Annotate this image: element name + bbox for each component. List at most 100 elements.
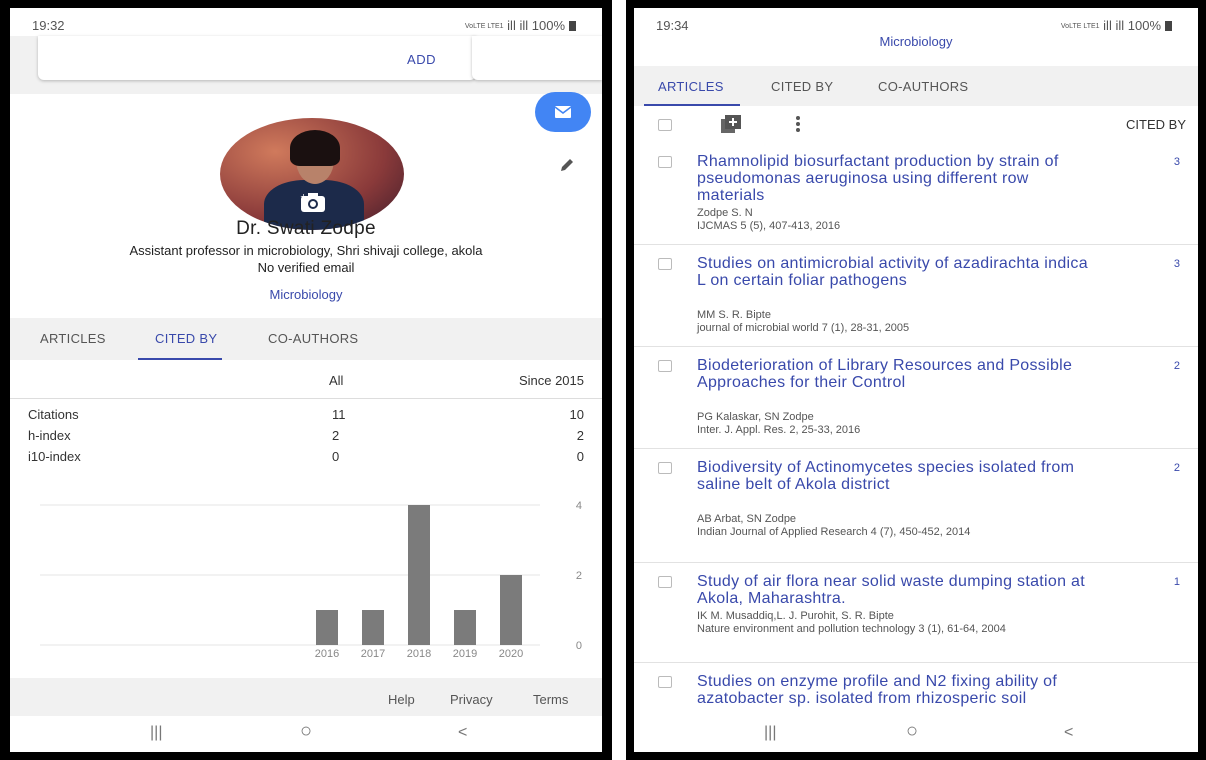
tab-co-authors[interactable]: CO-AUTHORS [268, 331, 358, 346]
chart-x-tick-label: 2020 [499, 648, 523, 658]
article-checkbox[interactable] [658, 258, 672, 270]
page-title: Microbiology [879, 34, 953, 49]
battery-icon [569, 21, 576, 31]
article-title-link[interactable]: Studies on enzyme profile and N2 fixing … [697, 673, 1097, 707]
divider [10, 398, 602, 399]
article-venue: Indian Journal of Applied Research 4 (7)… [697, 526, 971, 538]
recent-apps-button[interactable]: ||| [150, 724, 162, 742]
stat-label: Citations [28, 407, 79, 422]
chart-bar-2017[interactable] [362, 610, 384, 645]
back-button[interactable]: < [1064, 724, 1073, 742]
stats-col-since: Since 2015 [518, 373, 584, 388]
chart-y-tick-label: 0 [576, 640, 582, 652]
chart-x-tick-label: 2019 [453, 648, 477, 658]
profile-tabs: ARTICLES CITED BY CO-AUTHORS [634, 66, 1198, 106]
article-checkbox[interactable] [658, 676, 672, 688]
article-row[interactable]: Studies on enzyme profile and N2 fixing … [634, 662, 1198, 722]
email-fab-button[interactable] [535, 92, 591, 132]
article-checkbox[interactable] [658, 576, 672, 588]
article-cited-count[interactable]: 3 [1174, 156, 1180, 168]
status-signal: VoLTE LTE1 ill ill 100% [1061, 18, 1172, 33]
add-card: ADD [38, 36, 476, 80]
stat-all: 11 [332, 407, 346, 422]
signal-bars: ill ill [1103, 18, 1125, 33]
article-row[interactable]: Biodeterioration of Library Resources an… [634, 346, 1198, 449]
mail-icon [554, 106, 572, 118]
stat-all: 0 [332, 449, 340, 464]
profile-name: Dr. Swati Zodpe [236, 218, 376, 239]
help-link[interactable]: Help [388, 692, 415, 707]
add-to-library-icon[interactable] [721, 115, 741, 133]
article-row[interactable]: Biodiversity of Actinomycetes species is… [634, 448, 1198, 563]
status-bar: 19:32 VoLTE LTE1 ill ill 100% [10, 8, 602, 38]
profile-tabs: ARTICLES CITED BY CO-AUTHORS [10, 318, 602, 360]
chart-bar-2019[interactable] [454, 610, 476, 645]
battery-percent: 100% [1127, 18, 1161, 33]
add-button[interactable]: ADD [407, 52, 436, 67]
article-venue: Nature environment and pollution technol… [697, 623, 1006, 635]
stat-all: 2 [332, 428, 340, 443]
status-signal: VoLTE LTE1 ill ill 100% [465, 18, 576, 33]
article-cited-count[interactable]: 1 [1174, 576, 1180, 588]
chart-y-tick-label: 2 [576, 570, 582, 582]
article-authors: IK M. Musaddiq,L. J. Purohit, S. R. Bipt… [697, 610, 894, 622]
cited-by-column-header[interactable]: CITED BY [1126, 117, 1186, 132]
battery-icon [1165, 21, 1172, 31]
article-authors: PG Kalaskar, SN Zodpe [697, 411, 814, 423]
article-cited-count[interactable]: 2 [1174, 462, 1180, 474]
chart-bar-2016[interactable] [316, 610, 338, 645]
tab-co-authors[interactable]: CO-AUTHORS [878, 79, 968, 94]
chart-x-tick-label: 2018 [407, 648, 431, 658]
tab-cited-by[interactable]: CITED BY [155, 331, 217, 346]
article-checkbox[interactable] [658, 156, 672, 168]
terms-link[interactable]: Terms [533, 692, 568, 707]
tab-articles[interactable]: ARTICLES [658, 79, 724, 94]
more-vert-icon[interactable] [795, 115, 801, 133]
profile-affiliation: Assistant professor in microbiology, Shr… [129, 243, 483, 258]
citations-bar-chart: 0 2 4 2016 2017 2018 2019 2020 [40, 500, 582, 658]
active-tab-indicator [138, 358, 222, 360]
back-button[interactable]: < [458, 724, 467, 742]
right-phone-frame: 19:34 VoLTE LTE1 ill ill 100% Microbiolo… [626, 0, 1206, 760]
privacy-link[interactable]: Privacy [450, 692, 493, 707]
article-title-link[interactable]: Biodeterioration of Library Resources an… [697, 357, 1097, 391]
profile-email: No verified email [257, 260, 355, 275]
article-venue: Inter. J. Appl. Res. 2, 25-33, 2016 [697, 424, 861, 436]
article-row[interactable]: Study of air flora near solid waste dump… [634, 562, 1198, 663]
carrier-label: VoLTE LTE1 [464, 23, 504, 30]
edit-pencil-icon[interactable] [558, 156, 576, 174]
article-checkbox[interactable] [658, 360, 672, 372]
article-venue: journal of microbial world 7 (1), 28-31,… [697, 322, 910, 334]
article-title-link[interactable]: Biodiversity of Actinomycetes species is… [697, 459, 1097, 493]
article-checkbox[interactable] [658, 462, 672, 474]
article-cited-count[interactable]: 3 [1174, 258, 1180, 270]
left-phone-frame: 19:32 VoLTE LTE1 ill ill 100% ADD + Dr. … [0, 0, 612, 760]
chart-bar-2020[interactable] [500, 575, 522, 645]
article-cited-count[interactable]: 2 [1174, 360, 1180, 372]
home-button[interactable]: ○ [300, 720, 312, 743]
stat-since: 0 [576, 449, 584, 464]
article-row[interactable]: Studies on antimicrobial activity of aza… [634, 244, 1198, 347]
article-venue: IJCMAS 5 (5), 407-413, 2016 [697, 220, 841, 232]
chart-bar-2018[interactable] [408, 505, 430, 645]
tab-cited-by[interactable]: CITED BY [771, 79, 833, 94]
avatar[interactable]: + [220, 118, 404, 230]
article-title-link[interactable]: Study of air flora near solid waste dump… [697, 573, 1097, 607]
chart-x-tick-label: 2016 [315, 648, 339, 658]
home-button[interactable]: ○ [906, 720, 918, 743]
stat-since: 2 [576, 428, 584, 443]
recent-apps-button[interactable]: ||| [764, 724, 776, 742]
stat-label: i10-index [28, 449, 81, 464]
articles-toolbar: CITED BY [634, 106, 1198, 142]
tab-articles[interactable]: ARTICLES [40, 331, 106, 346]
camera-icon[interactable]: + [298, 190, 328, 214]
article-authors: Zodpe S. N [697, 207, 753, 219]
profile-interest-link[interactable]: Microbiology [10, 287, 602, 302]
article-authors: MM S. R. Bipte [697, 309, 771, 321]
article-row[interactable]: Rhamnolipid biosurfactant production by … [634, 142, 1198, 245]
article-title-link[interactable]: Studies on antimicrobial activity of aza… [697, 255, 1097, 289]
status-time: 19:32 [32, 18, 65, 33]
select-all-checkbox[interactable] [658, 119, 672, 131]
article-title-link[interactable]: Rhamnolipid biosurfactant production by … [697, 153, 1097, 204]
article-authors: AB Arbat, SN Zodpe [697, 513, 797, 525]
